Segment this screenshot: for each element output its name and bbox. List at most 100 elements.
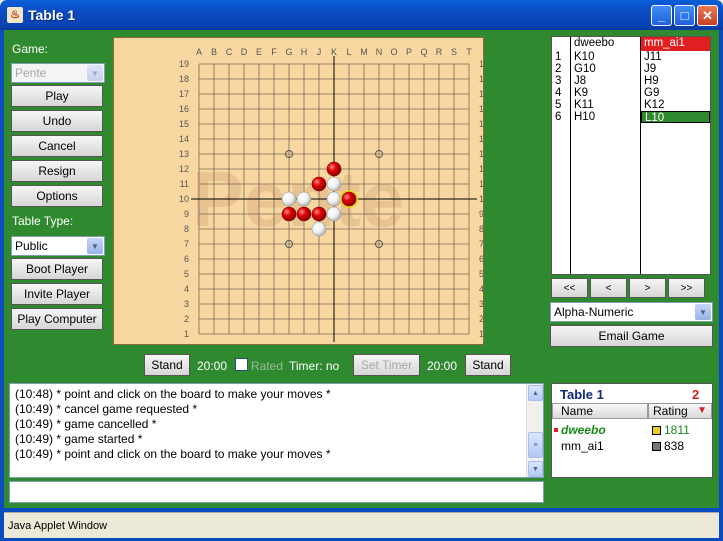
chevron-down-icon[interactable]: ▼ [695,304,711,320]
scroll-up-icon[interactable]: ▲ [528,385,543,401]
window-title: Table 1 [28,7,76,23]
prev-move-button[interactable]: < [590,278,627,298]
stand-right-button[interactable]: Stand [465,354,511,376]
player-row[interactable]: dweebo 1811 [552,422,712,438]
resign-button[interactable]: Resign [11,160,103,182]
move-cell[interactable]: H9 [641,75,710,87]
title-bar[interactable]: ♨ Table 1 _ □ ✕ [0,0,723,30]
move-cell[interactable]: J9 [641,63,710,75]
player1-header: dweebo [574,37,615,49]
rating-column-header[interactable]: Rating ▼ [648,403,712,419]
row-label: 2 [479,314,483,324]
move-cell[interactable]: 5 [552,99,570,111]
chat-input[interactable] [9,481,544,503]
invite-player-button[interactable]: Invite Player [11,283,103,305]
cancel-button[interactable]: Cancel [11,135,103,157]
pente-board[interactable]: PenteAABBCCDDEEFFGGHHJJKKLLMMNNOOPPQQRRS… [113,37,489,354]
row-label: 15 [179,119,189,129]
row-label: 5 [479,269,483,279]
player1-moves: K10 G10 J8 K9 K11 H10 [571,51,640,123]
first-move-button[interactable]: << [551,278,588,298]
email-game-button[interactable]: Email Game [550,325,713,347]
move-numbers: 123456 [552,51,570,123]
notation-select[interactable]: Alpha-Numeric ▼ [550,302,713,322]
move-cell[interactable]: 1 [552,51,570,63]
move-cell[interactable]: K12 [641,99,710,111]
chat-log[interactable]: (10:48) * point and click on the board t… [9,383,544,478]
row-label: 2 [184,314,189,324]
game-label: Game: [12,42,49,56]
table-type-select[interactable]: Public ▼ [11,236,105,256]
sort-desc-icon: ▼ [697,405,707,416]
timer-label: Timer: no [289,359,340,373]
chat-lines: (10:48) * point and click on the board t… [10,384,543,462]
stand-left-button[interactable]: Stand [144,354,190,376]
chat-line: (10:49) * game started * [15,432,143,446]
row-label: 17 [179,89,189,99]
row-label: 11 [180,179,189,189]
move-cell[interactable]: 6 [552,111,570,123]
chat-scrollbar[interactable]: ▲ ≡ ▼ [526,384,543,477]
move-cell[interactable]: 3 [552,75,570,87]
row-label: 18 [179,74,189,84]
player1-column: dweebo K10 G10 J8 K9 K11 H10 [571,37,641,274]
timer-left: 20:00 [197,359,228,373]
options-button[interactable]: Options [11,185,103,207]
game-select: Pente ▼ [11,63,105,83]
move-cell[interactable]: 2 [552,63,570,75]
column-label: S [451,47,457,57]
table-type-value: Public [15,239,48,253]
move-list[interactable]: 123456 dweebo K10 G10 J8 K9 K11 H10 mm_ai1 J1… [551,36,711,275]
move-cell[interactable]: 4 [552,87,570,99]
row-label: 10 [479,194,483,204]
move-cell[interactable]: J8 [571,75,640,87]
column-label: B [211,47,217,57]
column-label: P [406,47,412,57]
column-label: R [436,47,443,57]
move-cell[interactable]: J11 [641,51,710,63]
move-cell[interactable]: H10 [571,111,640,123]
move-cell[interactable]: L10 [641,111,710,124]
scroll-thumb[interactable]: ≡ [528,432,543,458]
row-label: 17 [479,89,483,99]
name-column-header[interactable]: Name [552,403,648,419]
move-cell[interactable]: K9 [571,87,640,99]
board-grid[interactable]: PenteAABBCCDDEEFFGGHHJJKKLLMMNNOOPPQQRRS… [114,38,489,354]
row-label: 8 [184,224,189,234]
rated-label: Rated [251,359,284,373]
rated-checkbox[interactable] [235,358,248,371]
close-button[interactable]: ✕ [697,5,718,26]
row-label: 12 [479,164,483,174]
player-name: dweebo [561,423,606,437]
move-cell[interactable]: K11 [571,99,640,111]
column-label: J [317,47,322,57]
move-cell[interactable]: K10 [571,51,640,63]
row-label: 4 [479,284,483,294]
red-stone [326,161,342,177]
row-label: 5 [184,269,189,279]
column-label: M [360,47,368,57]
chevron-down-icon: ▼ [87,65,103,81]
red-stone [341,191,357,207]
player-row[interactable]: mm_ai1 838 [552,438,712,454]
white-stone [326,206,342,222]
undo-button[interactable]: Undo [11,110,103,132]
player2-moves: J11 J9 H9 G9 K12 L10 [641,51,710,124]
move-cell[interactable]: G9 [641,87,710,99]
row-label: 15 [479,119,483,129]
boot-player-button[interactable]: Boot Player [11,258,103,280]
maximize-button[interactable]: □ [674,5,695,26]
last-move-button[interactable]: >> [668,278,705,298]
minimize-button[interactable]: _ [651,5,672,26]
row-label: 3 [479,299,483,309]
table-type-label: Table Type: [12,214,74,228]
column-label: K [331,47,337,57]
chevron-down-icon[interactable]: ▼ [87,238,103,254]
set-timer-button[interactable]: Set Timer [353,354,420,376]
play-computer-button[interactable]: Play Computer [11,308,103,330]
move-cell[interactable]: G10 [571,63,640,75]
scroll-down-icon[interactable]: ▼ [528,461,543,477]
white-stone [311,221,327,237]
play-button[interactable]: Play [11,85,103,107]
next-move-button[interactable]: > [629,278,666,298]
